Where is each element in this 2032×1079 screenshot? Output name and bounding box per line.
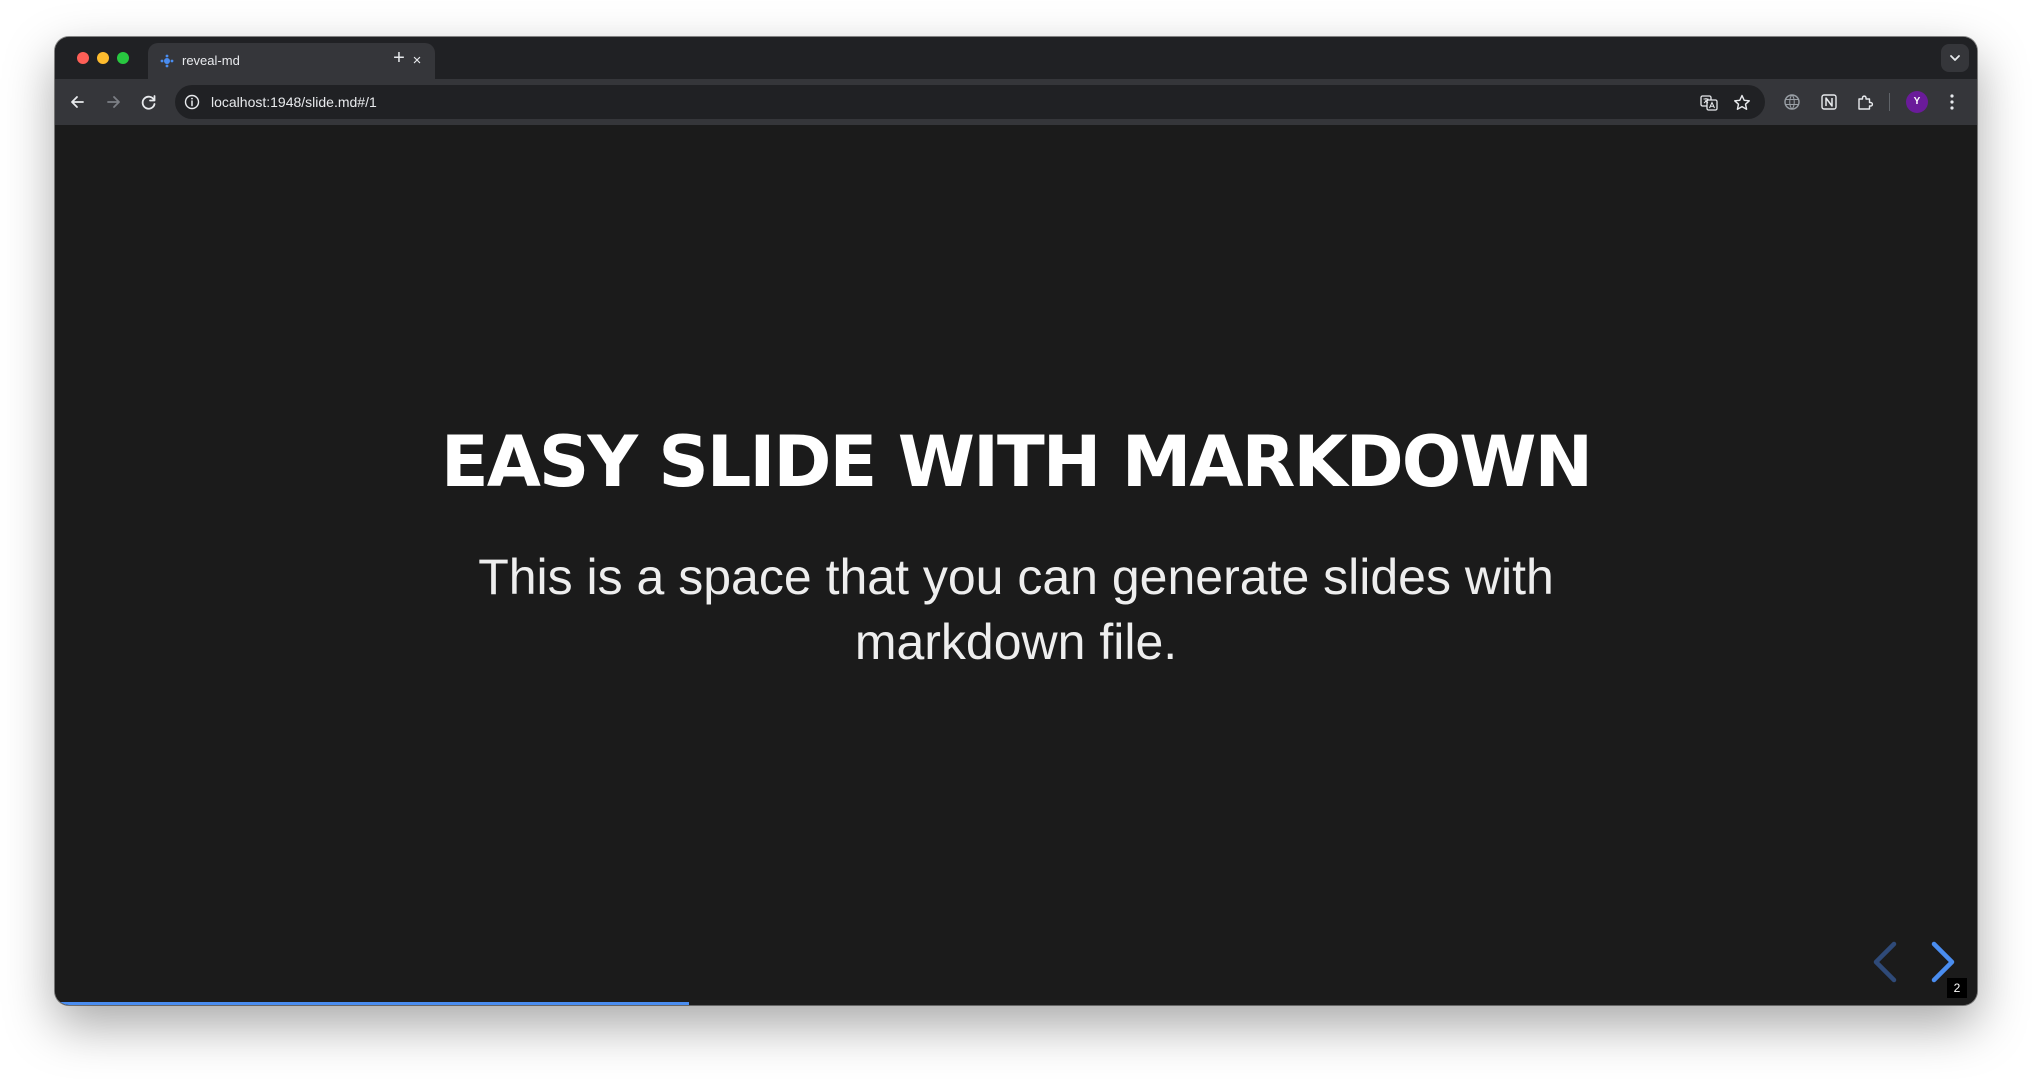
tab-title: reveal-md: [182, 53, 240, 68]
slide-number: 2: [1947, 978, 1967, 998]
reload-icon[interactable]: [138, 91, 160, 113]
url-text: localhost:1948/slide.md#/1: [211, 94, 377, 110]
browser-window: reveal-md × + localhost:1948/slide.md#/1…: [55, 37, 1977, 1005]
extension-globe-icon[interactable]: [1782, 92, 1802, 112]
slide-viewport: EASY SLIDE WITH MARKDOWN This is a space…: [55, 125, 1977, 1005]
tab-strip: reveal-md × +: [55, 37, 1977, 79]
profile-avatar[interactable]: Y: [1906, 91, 1928, 113]
slide-title: EASY SLIDE WITH MARKDOWN: [440, 421, 1593, 503]
browser-toolbar: localhost:1948/slide.md#/1 Y: [55, 79, 1977, 125]
close-window-button[interactable]: [77, 52, 89, 64]
progress-fill: [55, 1002, 690, 1005]
address-bar[interactable]: localhost:1948/slide.md#/1: [175, 85, 1765, 119]
bookmark-star-icon[interactable]: [1732, 93, 1752, 113]
new-tab-button[interactable]: +: [388, 48, 410, 70]
progress-bar[interactable]: [55, 1002, 1977, 1005]
slide: EASY SLIDE WITH MARKDOWN This is a space…: [55, 125, 1977, 1005]
tab-search-button[interactable]: [1941, 44, 1969, 72]
extensions-puzzle-icon[interactable]: [1855, 92, 1875, 112]
chevron-down-icon: [1950, 55, 1960, 61]
zoom-window-button[interactable]: [117, 52, 129, 64]
toolbar-divider: [1889, 93, 1890, 111]
reveal-logo-icon: [160, 54, 174, 68]
notion-extension-icon[interactable]: [1819, 92, 1839, 112]
minimize-window-button[interactable]: [97, 52, 109, 64]
tab-close-icon[interactable]: ×: [407, 51, 427, 71]
back-arrow-icon[interactable]: [67, 91, 89, 113]
translate-icon[interactable]: [1699, 93, 1719, 113]
slide-subtitle: This is a space that you can generate sl…: [478, 549, 1554, 670]
prev-slide-icon[interactable]: [1870, 940, 1900, 984]
more-vertical-icon[interactable]: [1942, 91, 1962, 113]
site-info-icon[interactable]: [183, 93, 201, 111]
forward-arrow-icon[interactable]: [102, 91, 124, 113]
